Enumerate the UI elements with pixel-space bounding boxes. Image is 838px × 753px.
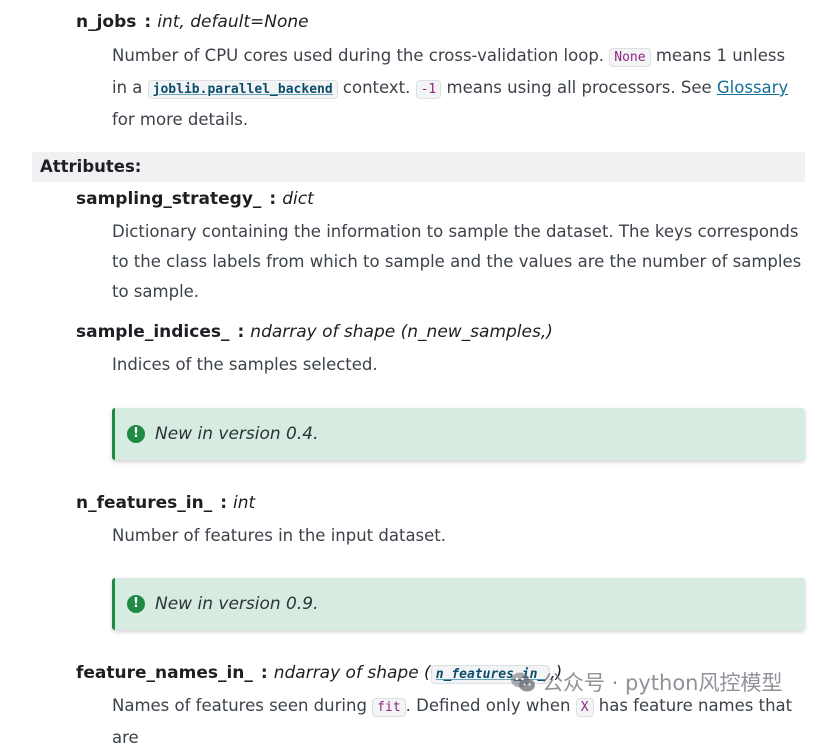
version-added-text: New in version 0.4.	[155, 424, 319, 444]
attr-name: feature_names_in_	[76, 663, 253, 683]
wechat-icon	[511, 672, 535, 692]
version-added-text: New in version 0.9.	[155, 594, 319, 614]
param-name: n_jobs	[76, 12, 137, 32]
attr-sampling-strategy-description: Dictionary containing the information to…	[112, 222, 802, 301]
info-circle-icon: !	[127, 425, 145, 443]
desc-text: Number of CPU cores used during the cros…	[112, 46, 610, 65]
desc-text: means using all processors. See	[441, 78, 717, 97]
desc-text: Names of features seen during	[112, 696, 373, 715]
param-n-jobs: n_jobs: int, default=None	[76, 10, 309, 34]
attr-name: sampling_strategy_	[76, 189, 262, 209]
watermark-text: 公众号 · python风控模型	[542, 671, 783, 695]
param-separator: :	[144, 12, 152, 32]
attr-name: sample_indices_	[76, 322, 230, 342]
attr-n-features-in: n_features_in_: int	[76, 491, 255, 515]
desc-text: for more details.	[112, 110, 249, 129]
inline-code-x: X	[575, 698, 594, 717]
attr-sample-indices: sample_indices_: ndarray of shape (n_new_…	[76, 320, 553, 344]
attr-separator: :	[260, 663, 268, 683]
attr-type: int	[233, 493, 256, 513]
info-circle-icon: !	[127, 595, 145, 613]
inline-code-none: None	[609, 48, 651, 67]
attr-name: n_features_in_	[76, 493, 213, 513]
watermark: 公众号 · python风控模型	[510, 666, 782, 698]
version-added-note: ! New in version 0.4.	[112, 408, 805, 460]
glossary-link[interactable]: Glossary	[717, 78, 788, 97]
attr-separator: :	[269, 189, 277, 209]
joblib-parallel-backend-link[interactable]: joblib.parallel_backend	[147, 80, 338, 99]
param-n-jobs-description: Number of CPU cores used during the cros…	[112, 41, 802, 135]
attr-n-features-in-description: Number of features in the input dataset.	[112, 526, 447, 545]
desc-text: . Defined only when	[405, 696, 576, 715]
fit-method-link[interactable]: fit	[372, 698, 406, 717]
attr-separator: :	[220, 493, 228, 513]
desc-text: context.	[337, 78, 416, 97]
attr-separator: :	[237, 322, 245, 342]
attr-type: ndarray of shape (n_new_samples,)	[250, 322, 553, 342]
attr-feature-names-in: feature_names_in_: ndarray of shape (n_fe…	[76, 661, 562, 687]
attr-type: dict	[282, 189, 314, 209]
doc-content: n_jobs: int, default=None Number of CPU c…	[0, 0, 838, 747]
attr-sampling-strategy: sampling_strategy_: dict	[76, 187, 314, 211]
attr-type-prefix: ndarray of shape (	[273, 663, 431, 683]
attr-feature-names-in-description: Names of features seen during fit. Defin…	[112, 691, 802, 753]
attributes-header: Attributes:	[32, 152, 805, 182]
version-added-note: ! New in version 0.9.	[112, 578, 805, 630]
attr-sample-indices-description: Indices of the samples selected.	[112, 355, 378, 374]
inline-code-minus-one: -1	[415, 80, 442, 99]
param-type: int, default=None	[157, 12, 309, 32]
